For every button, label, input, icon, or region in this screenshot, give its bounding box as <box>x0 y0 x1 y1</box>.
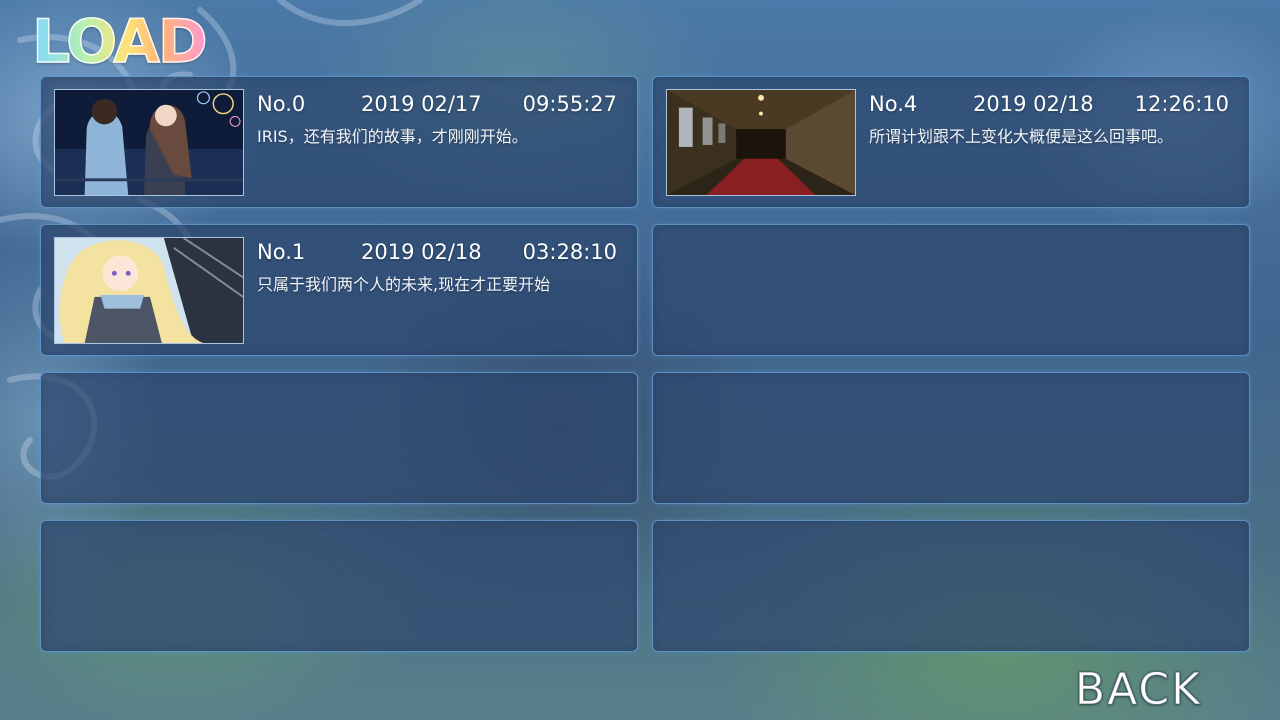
slot-number: No.0 <box>257 92 306 116</box>
save-time: 03:28:10 <box>522 240 617 264</box>
save-dialogue-excerpt: 所谓计划跟不上变化大概便是这么回事吧。 <box>869 127 1174 146</box>
save-slot-header: No.1 2019 02/18 03:28:10 <box>257 237 617 267</box>
save-slot-header: No.4 2019 02/18 12:26:10 <box>869 89 1229 119</box>
empty-save-slot[interactable] <box>652 520 1250 652</box>
save-slot-grid: No.0 2019 02/17 09:55:27 IRIS，还有我们的故事，才刚… <box>40 76 1252 654</box>
empty-save-slot[interactable] <box>652 224 1250 356</box>
save-time: 12:26:10 <box>1134 92 1229 116</box>
save-date: 2019 02/18 <box>361 240 482 264</box>
save-slot-header: No.0 2019 02/17 09:55:27 <box>257 89 617 119</box>
save-thumbnail <box>54 89 244 196</box>
back-button[interactable]: BACK <box>1074 664 1202 716</box>
slot-number: No.4 <box>869 92 918 116</box>
save-slot[interactable]: No.1 2019 02/18 03:28:10 只属于我们两个人的未来,现在才… <box>40 224 638 356</box>
save-time: 09:55:27 <box>522 92 617 116</box>
save-slot[interactable]: No.4 2019 02/18 12:26:10 所谓计划跟不上变化大概便是这么… <box>652 76 1250 208</box>
empty-save-slot[interactable] <box>652 372 1250 504</box>
save-date: 2019 02/17 <box>361 92 482 116</box>
save-date: 2019 02/18 <box>973 92 1094 116</box>
save-dialogue-excerpt: IRIS，还有我们的故事，才刚刚开始。 <box>257 127 528 146</box>
save-thumbnail <box>666 89 856 196</box>
save-slot[interactable]: No.0 2019 02/17 09:55:27 IRIS，还有我们的故事，才刚… <box>40 76 638 208</box>
save-dialogue-excerpt: 只属于我们两个人的未来,现在才正要开始 <box>257 275 551 294</box>
empty-save-slot[interactable] <box>40 520 638 652</box>
slot-number: No.1 <box>257 240 306 264</box>
empty-save-slot[interactable] <box>40 372 638 504</box>
save-thumbnail <box>54 237 244 344</box>
screen-title: LOAD <box>31 6 208 78</box>
